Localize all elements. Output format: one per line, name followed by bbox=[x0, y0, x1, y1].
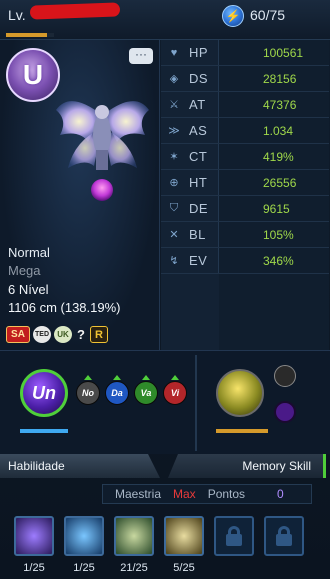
evolution-rank-orb[interactable]: Un bbox=[20, 369, 68, 417]
badge-sa: SA bbox=[6, 326, 30, 343]
element-slot-icon[interactable] bbox=[274, 365, 296, 387]
stat-value: 47376 bbox=[219, 92, 329, 117]
stat-label: BL bbox=[189, 227, 206, 242]
chat-icon[interactable]: ··· bbox=[129, 48, 153, 64]
sword-icon: ⚔ bbox=[169, 99, 179, 111]
element-orb-icon[interactable] bbox=[216, 369, 264, 417]
arrow-up-icon bbox=[84, 375, 92, 380]
tab-habilidade[interactable]: Habilidade bbox=[0, 454, 160, 478]
stat-row-as: ≫ AS 1.034 bbox=[161, 118, 329, 144]
skill-level: 21/25 bbox=[120, 562, 148, 574]
skill-level: 5/25 bbox=[173, 562, 195, 574]
skill-slot-locked bbox=[264, 516, 304, 556]
stat-label: HP bbox=[189, 45, 209, 60]
evolution-bar bbox=[20, 429, 68, 433]
arrow-up-icon bbox=[171, 375, 179, 380]
stat-label: HT bbox=[189, 175, 208, 190]
attribute-va[interactable]: Va bbox=[134, 381, 158, 405]
digimon-type: Mega bbox=[8, 263, 41, 278]
attack-speed-icon: ≫ bbox=[168, 125, 180, 137]
skill-slot-4[interactable] bbox=[164, 516, 204, 556]
energy-value: 60/75 bbox=[250, 7, 286, 23]
stat-label: DS bbox=[189, 71, 209, 86]
stat-value: 28156 bbox=[219, 66, 329, 91]
element-bar bbox=[216, 429, 268, 433]
stat-value: 9615 bbox=[219, 196, 329, 221]
evade-icon: ↯ bbox=[169, 255, 179, 267]
stat-row-ds: ◈ DS 28156 bbox=[161, 66, 329, 92]
stat-value: 1.034 bbox=[219, 118, 329, 143]
badge-ted: TED bbox=[33, 326, 51, 343]
stat-row-ev: ↯ EV 346% bbox=[161, 248, 329, 274]
stat-value: 419% bbox=[219, 144, 329, 169]
skill-slot-1[interactable] bbox=[14, 516, 54, 556]
ds-icon: ◈ bbox=[169, 73, 179, 85]
skill-row: 1/25 1/25 21/25 5/25 bbox=[0, 512, 330, 579]
stat-row-ht: ⊕ HT 26556 bbox=[161, 170, 329, 196]
stat-label: EV bbox=[189, 253, 208, 268]
attribute-no[interactable]: No bbox=[76, 381, 100, 405]
block-icon: ✕ bbox=[169, 229, 179, 241]
stat-value: 346% bbox=[219, 248, 329, 273]
digimon-form: Normal bbox=[8, 245, 50, 260]
tab-memory-skill[interactable]: Memory Skill bbox=[168, 454, 326, 478]
stat-row-hp: ♥ HP 100561 bbox=[161, 40, 329, 66]
stat-label: AT bbox=[189, 97, 206, 112]
skill-slot-locked bbox=[214, 516, 254, 556]
attribute-da[interactable]: Da bbox=[105, 381, 129, 405]
stat-label: CT bbox=[189, 149, 208, 164]
level-progress-fill bbox=[6, 33, 47, 37]
attribute-vi[interactable]: Vi bbox=[163, 381, 187, 405]
crosshair-icon: ⊕ bbox=[169, 177, 179, 189]
heart-icon: ♥ bbox=[170, 46, 178, 59]
digimon-sprite bbox=[56, 101, 149, 201]
energy-icon: ⚡ bbox=[222, 5, 244, 27]
stat-row-de: ⛉ DE 9615 bbox=[161, 196, 329, 222]
points-label: Pontos bbox=[207, 487, 246, 501]
skill-level: 1/25 bbox=[23, 562, 45, 574]
stat-value: 105% bbox=[219, 222, 329, 247]
mastery-value: Max bbox=[173, 487, 196, 501]
status-badges: SA TED UK ? R bbox=[6, 326, 108, 343]
stat-row-at: ⚔ AT 47376 bbox=[161, 92, 329, 118]
stat-label: AS bbox=[189, 123, 208, 138]
mastery-label: Maestria bbox=[115, 487, 162, 501]
element-orb-purple-icon[interactable] bbox=[274, 401, 296, 423]
stat-row-ct: ✶ CT 419% bbox=[161, 144, 329, 170]
redacted-name bbox=[29, 2, 121, 20]
points-value: 0 bbox=[277, 487, 284, 501]
arrow-up-icon bbox=[113, 375, 121, 380]
shield-icon: ⛉ bbox=[169, 202, 179, 214]
badge-question: ? bbox=[77, 327, 85, 342]
stats-panel: ♥ HP 100561 ◈ DS 28156 ⚔ AT 47376 ≫ AS 1.034… bbox=[161, 40, 329, 354]
level-progress-bar bbox=[6, 33, 54, 37]
badge-r: R bbox=[90, 326, 108, 343]
digimon-level: 6 Nível bbox=[8, 282, 49, 297]
stat-value: 100561 bbox=[219, 40, 329, 65]
header: Lv. ⚡ 60/75 bbox=[0, 0, 330, 40]
digimon-size: 1106 cm (138.19%) bbox=[8, 300, 121, 315]
skill-slot-2[interactable] bbox=[64, 516, 104, 556]
divider bbox=[195, 355, 197, 451]
evolution-area: Un No Da Va Vi bbox=[0, 350, 330, 454]
level-label: Lv. bbox=[8, 7, 26, 23]
skill-level: 1/25 bbox=[73, 562, 95, 574]
digimon-status-window: Lv. ⚡ 60/75 U ··· Normal Mega 6 Nível 11… bbox=[0, 0, 330, 579]
stat-row-bl: ✕ BL 105% bbox=[161, 222, 329, 248]
skill-slot-3[interactable] bbox=[114, 516, 154, 556]
badge-uk: UK bbox=[54, 326, 72, 343]
stats-empty-space bbox=[161, 274, 329, 354]
skill-tabs: Habilidade Memory Skill bbox=[0, 454, 330, 478]
arrow-up-icon bbox=[142, 375, 150, 380]
mastery-bar: Maestria Max Pontos 0 bbox=[102, 484, 312, 504]
stat-value: 26556 bbox=[219, 170, 329, 195]
stat-label: DE bbox=[189, 201, 209, 216]
critical-icon: ✶ bbox=[169, 151, 179, 163]
